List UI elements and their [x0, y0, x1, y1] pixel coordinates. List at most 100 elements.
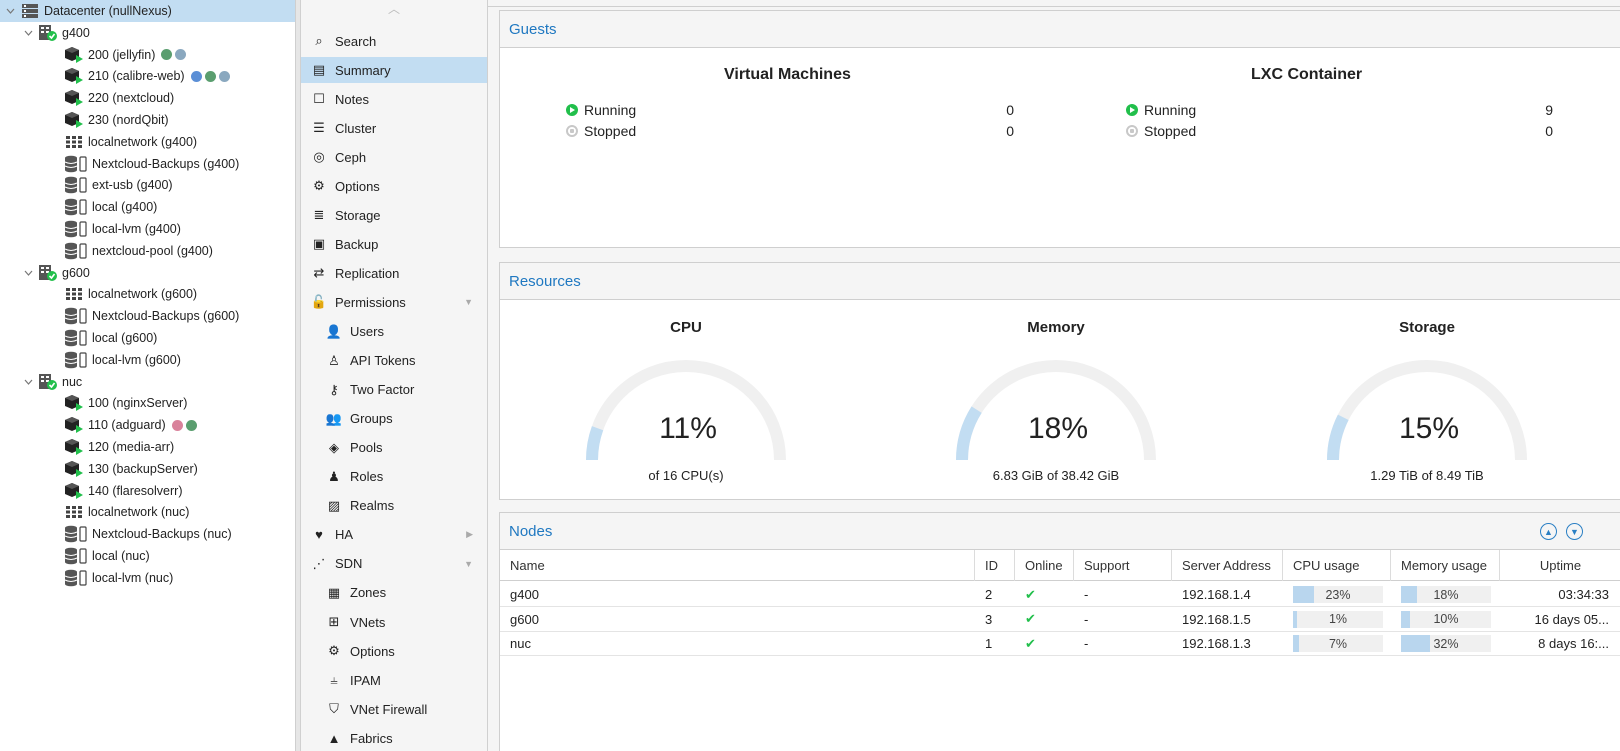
ceph-icon: ◎ — [313, 149, 325, 165]
menu-item-two-factor[interactable]: ⚷ Two Factor — [301, 377, 487, 403]
expander-icon[interactable] — [22, 27, 34, 39]
menu-item-label: Backup — [335, 236, 379, 252]
chevron-right-icon[interactable]: ▶ — [466, 529, 473, 540]
tree-item[interactable]: 130 (backupServer) — [0, 458, 295, 480]
tree-item-label: Nextcloud-Backups (g600) — [92, 309, 240, 324]
expander-icon[interactable] — [22, 376, 34, 388]
collapse-up-button[interactable]: ▲ — [1540, 523, 1557, 540]
tree-item[interactable]: g400 — [0, 22, 295, 44]
summary-content: Guests Virtual Machines Running 0 Stoppe… — [488, 0, 1620, 751]
menu-item-summary[interactable]: ▤ Summary — [301, 57, 487, 84]
tree-item[interactable]: nuc — [0, 371, 295, 393]
menu-item-roles[interactable]: ♟ Roles — [301, 464, 487, 490]
tree-item[interactable]: g600 — [0, 262, 295, 284]
menu-item-sdn[interactable]: ⋰ SDN ▼ — [301, 551, 487, 577]
tree-item[interactable]: 110 (adguard) — [0, 414, 295, 436]
key-icon: ⚷ — [329, 381, 339, 397]
column-header[interactable]: Name — [500, 550, 975, 581]
tree-item[interactable]: local-lvm (nuc) — [0, 567, 295, 589]
menu-item-cluster[interactable]: ☰ Cluster — [301, 115, 487, 141]
menu-item-label: API Tokens — [350, 353, 416, 369]
menu-item-vnets[interactable]: ⊞ VNets — [301, 609, 487, 635]
tree-item[interactable]: local-lvm (g600) — [0, 349, 295, 371]
table-row[interactable]: g600 3 ✔ - 192.168.1.5 1% 10% 16 days 05... — [500, 607, 1620, 632]
menu-item-vnet-firewall[interactable]: ⛉ VNet Firewall — [301, 696, 487, 722]
tree-item[interactable]: 230 (nordQbit) — [0, 109, 295, 131]
menu-item-pools[interactable]: ◈ Pools — [301, 435, 487, 461]
menu-item-ceph[interactable]: ◎ Ceph — [301, 144, 487, 170]
menu-item-label: Fabrics — [350, 730, 393, 746]
column-header[interactable]: Uptime — [1500, 550, 1620, 581]
retweet-icon: ⇄ — [313, 265, 325, 281]
expander-icon[interactable] — [4, 5, 16, 17]
chevron-down-icon[interactable]: ▼ — [464, 297, 473, 307]
tree-item-label: localnetwork (g600) — [88, 287, 198, 302]
expand-down-button[interactable]: ▼ — [1566, 523, 1583, 540]
tree-item[interactable]: 210 (calibre-web) — [0, 65, 295, 87]
vm-running: Running — [566, 102, 636, 118]
tree-item[interactable]: localnetwork (g400) — [0, 131, 295, 153]
menu-item-permissions[interactable]: 🔓 Permissions ▼ — [301, 289, 487, 315]
column-header[interactable]: Memory usage — [1391, 550, 1500, 581]
menu-item-fabrics[interactable]: ▲ Fabrics — [301, 725, 487, 751]
menu-item-storage[interactable]: ≣ Storage — [301, 202, 487, 228]
expander-icon[interactable] — [22, 267, 34, 279]
menu-item-users[interactable]: 👤 Users — [301, 319, 487, 345]
tree-item[interactable]: 140 (flaresolverr) — [0, 480, 295, 502]
top-edge — [488, 0, 1620, 7]
tree-item[interactable]: 100 (nginxServer) — [0, 392, 295, 414]
menu-item-ha[interactable]: ♥ HA ▶ — [301, 522, 487, 548]
tree-item-label: nuc — [62, 374, 83, 389]
tree-item[interactable]: 120 (media-arr) — [0, 436, 295, 458]
datacenter-menu: ︿ ⌕ Search ▤ Summary ☐ Notes ☰ Cluster ◎ Ceph ⚙ Opt… — [301, 0, 488, 751]
menu-item-search[interactable]: ⌕ Search — [301, 28, 487, 54]
menu-item-backup[interactable]: ▣ Backup — [301, 231, 487, 257]
column-header[interactable]: Support — [1074, 550, 1172, 581]
column-header[interactable]: Online — [1015, 550, 1074, 581]
nodes-panel: Nodes ▲ ▼ Name ID Online Support Server Addr… — [499, 512, 1620, 751]
tree-item[interactable]: local (g400) — [0, 196, 295, 218]
tree-item[interactable]: Nextcloud-Backups (g400) — [0, 153, 295, 175]
tree-item[interactable]: Nextcloud-Backups (nuc) — [0, 523, 295, 545]
unlock-icon: 🔓 — [310, 294, 328, 310]
tree-item[interactable]: localnetwork (g600) — [0, 283, 295, 305]
menu-item-options[interactable]: ⚙ Options — [301, 173, 487, 199]
check-icon: ✔ — [1025, 635, 1036, 651]
male-icon: ♟ — [328, 468, 340, 484]
tree-item[interactable]: Datacenter (nullNexus) — [0, 0, 295, 22]
tree-item[interactable]: local-lvm (g400) — [0, 218, 295, 240]
bar-text: 23% — [1325, 587, 1351, 602]
table-row[interactable]: g400 2 ✔ - 192.168.1.4 23% 18% 03:34:33 — [500, 582, 1620, 607]
tree-item[interactable]: local (g600) — [0, 327, 295, 349]
column-header[interactable]: ID — [975, 550, 1015, 581]
tree-item[interactable]: ext-usb (g400) — [0, 174, 295, 196]
menu-scroll-up[interactable]: ︿ — [301, 0, 487, 28]
menu-item-realms[interactable]: ▨ Realms — [301, 493, 487, 519]
menu-item-replication[interactable]: ⇄ Replication — [301, 260, 487, 286]
tag-dot — [204, 70, 216, 82]
tree-item[interactable]: local (nuc) — [0, 545, 295, 567]
tree-item[interactable]: 200 (jellyfin) — [0, 44, 295, 66]
tree-item[interactable]: localnetwork (nuc) — [0, 501, 295, 523]
menu-item-ipam[interactable]: ⫨ IPAM — [301, 667, 487, 693]
column-header[interactable]: Server Address — [1172, 550, 1283, 581]
tree-item[interactable]: nextcloud-pool (g400) — [0, 240, 295, 262]
cpu-usage-bar: 23% — [1293, 586, 1383, 603]
tree-item[interactable]: 220 (nextcloud) — [0, 87, 295, 109]
menu-item-notes[interactable]: ☐ Notes — [301, 86, 487, 112]
table-row[interactable]: nuc 1 ✔ - 192.168.1.3 7% 32% 8 days 16:... — [500, 631, 1620, 656]
storage-icon — [64, 220, 88, 238]
menu-item-options[interactable]: ⚙ Options — [301, 638, 487, 664]
column-header[interactable]: CPU usage — [1283, 550, 1391, 581]
menu-item-zones[interactable]: ▦ Zones — [301, 580, 487, 606]
menu-item-groups[interactable]: 👥 Groups — [301, 406, 487, 432]
lxc-stopped-count: 0 — [1545, 123, 1553, 139]
chevron-down-icon[interactable]: ▼ — [464, 559, 473, 569]
menu-item-api-tokens[interactable]: ♙ API Tokens — [301, 348, 487, 374]
tree-item[interactable]: Nextcloud-Backups (g600) — [0, 305, 295, 327]
